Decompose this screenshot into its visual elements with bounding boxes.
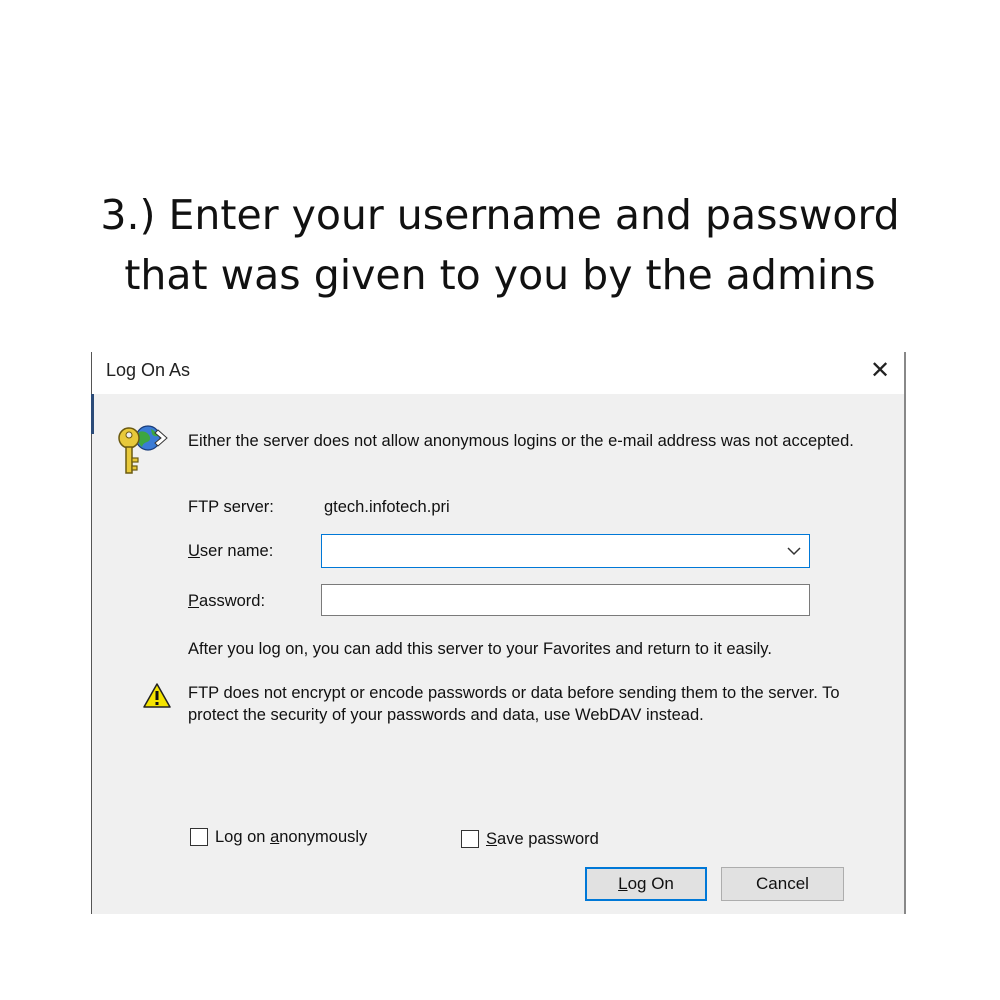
password-field[interactable]	[321, 584, 810, 616]
warning-icon	[143, 683, 171, 708]
anonymous-checkbox-label[interactable]: Log on anonymously	[215, 826, 367, 848]
save-password-label[interactable]: Save password	[486, 828, 599, 850]
password-input[interactable]	[322, 585, 809, 615]
dialog-title: Log On As	[106, 360, 191, 380]
key-globe-icon	[118, 425, 168, 474]
username-input[interactable]	[322, 535, 809, 567]
caption-line-2: that was given to you by the admins	[124, 251, 876, 299]
close-button[interactable]: ✕	[862, 354, 898, 388]
log-on-button[interactable]: Log On	[585, 867, 707, 901]
anonymous-login-message: Either the server does not allow anonymo…	[188, 432, 854, 450]
window-right-border	[904, 352, 906, 914]
window-left-accent	[91, 394, 94, 434]
chevron-down-icon[interactable]	[787, 545, 801, 557]
username-label: User name:	[188, 542, 274, 560]
caption-line-1: 3.) Enter your username and password	[100, 191, 900, 239]
anonymous-checkbox[interactable]	[190, 828, 208, 846]
window-left-border	[91, 352, 92, 914]
username-combobox[interactable]	[321, 534, 810, 568]
instruction-caption: 3.) Enter your username and password tha…	[0, 185, 1000, 305]
cancel-button[interactable]: Cancel	[721, 867, 844, 901]
save-password-checkbox[interactable]	[461, 830, 479, 848]
ftp-server-label: FTP server:	[188, 498, 274, 516]
password-label: Password:	[188, 592, 266, 610]
log-on-as-dialog: Log On As ✕ Either the server does not a…	[91, 352, 906, 914]
title-bar: Log On As ✕	[91, 352, 906, 394]
close-icon: ✕	[869, 357, 891, 384]
favorites-note: After you log on, you can add this serve…	[188, 640, 772, 658]
ftp-server-value: gtech.infotech.pri	[324, 498, 450, 516]
ftp-warning-text: FTP does not encrypt or encode passwords…	[188, 684, 840, 724]
